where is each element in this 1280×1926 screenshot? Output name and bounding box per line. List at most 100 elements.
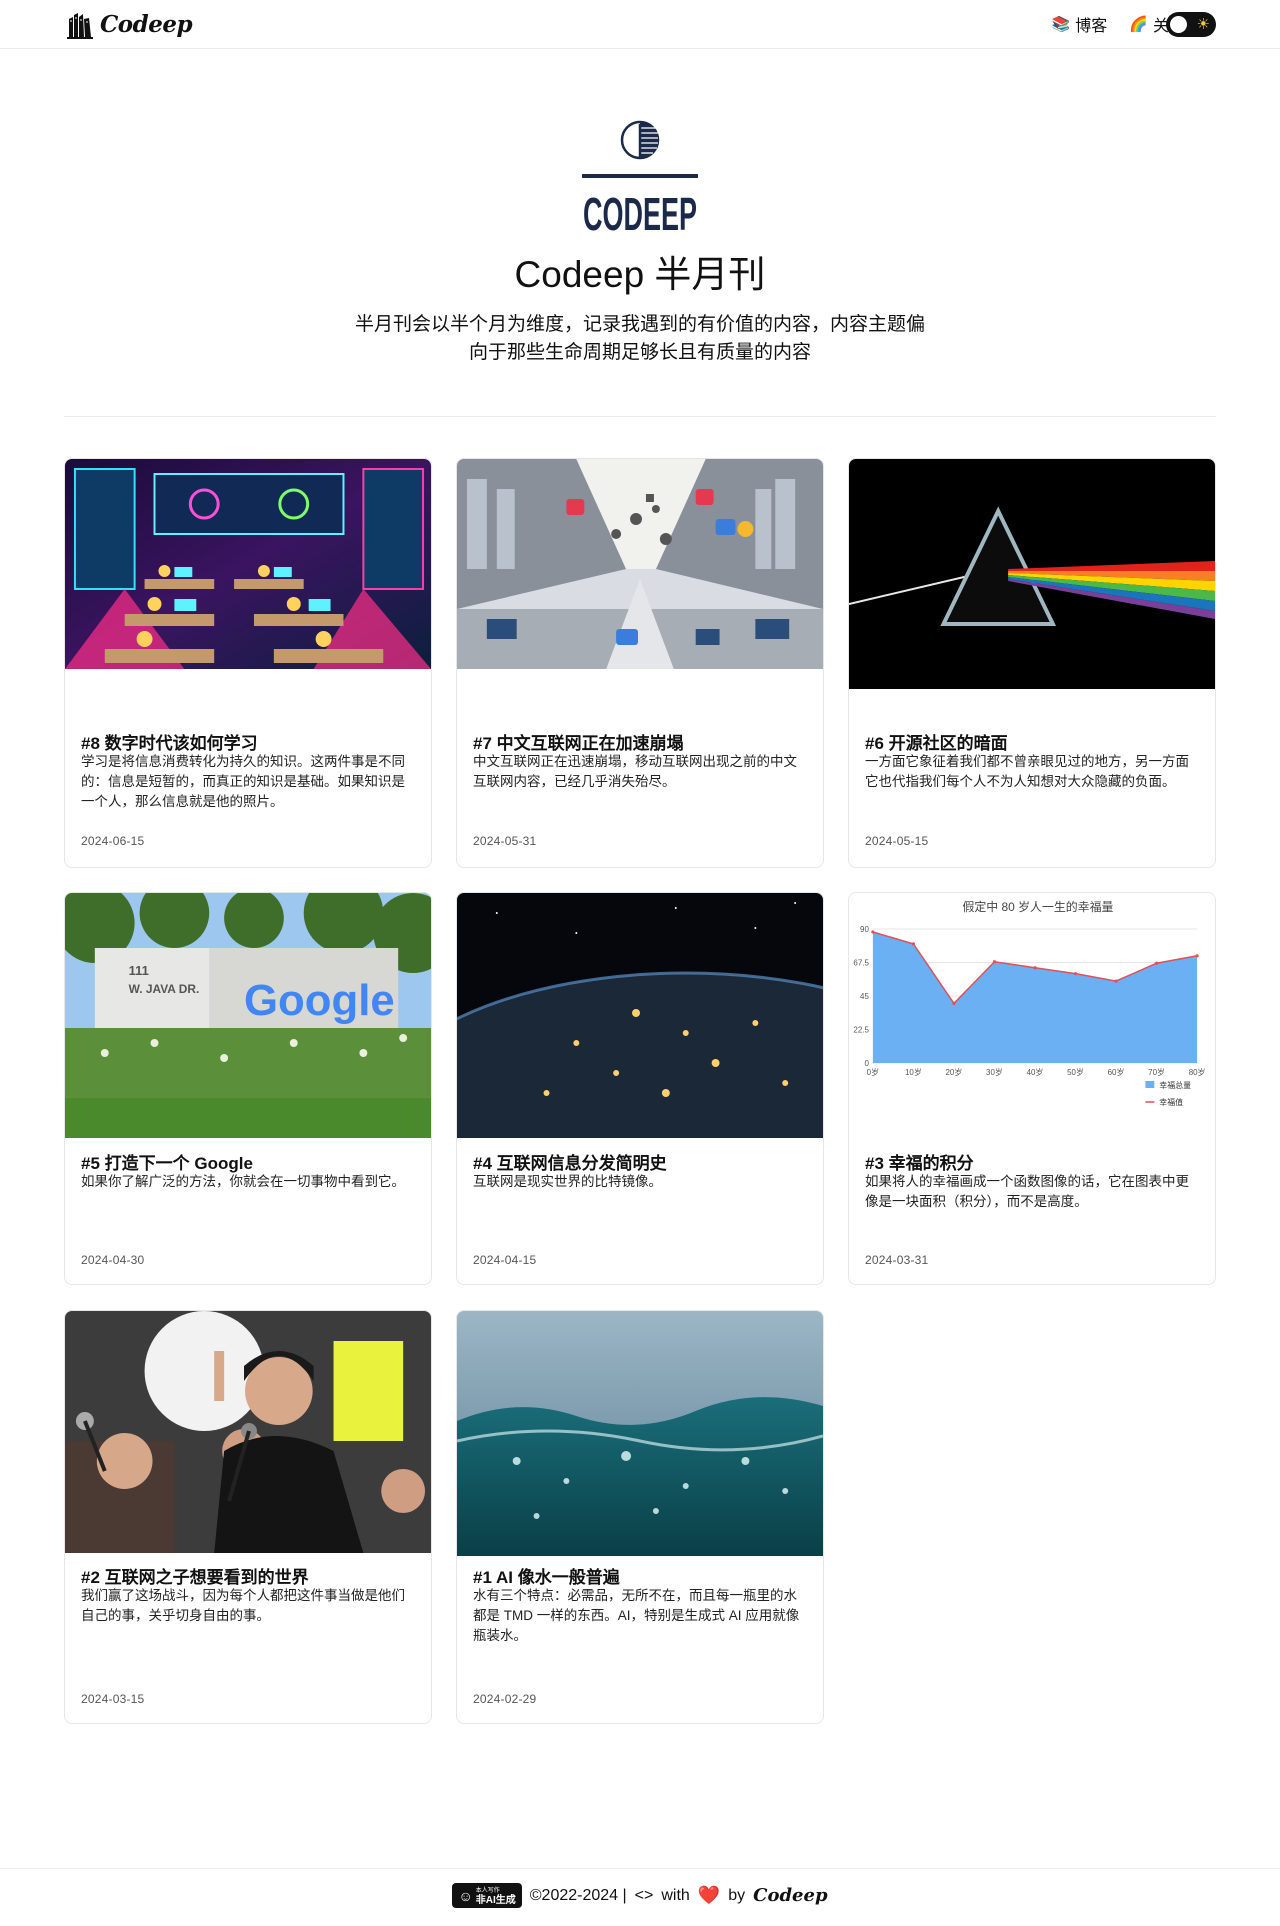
footer-divider [0,1868,1280,1869]
y-tick-label: 90 [860,925,869,934]
page-title: Codeep 半月刊 [514,254,766,295]
x-tick-label: 10岁 [905,1067,922,1077]
site-logo[interactable]: Codeep [66,9,193,39]
issue-date: 2024-05-15 [865,834,929,848]
speaker-protest-image [65,1311,431,1553]
issue-card-1[interactable]: #1 AI 像水一般普遍 水有三个特点：必需品，无所不在，而且每一瓶里的水都是 … [456,1310,824,1724]
issue-date: 2024-04-30 [81,1253,145,1267]
issue-summary: 我们赢了这场战斗，因为每个人都把这件事当做是他们自己的事，关乎切身自由的事。 [81,1588,405,1623]
main-nav: 📚 博客 🌈 关于 [1052,12,1185,36]
issue-date: 2024-06-15 [81,834,145,848]
earth-night-image [457,893,823,1138]
sign-address-2: W. JAVA DR. [129,982,200,996]
issue-card-7[interactable]: #7 中文互联网正在加速崩塌 中文互联网正在迅速崩塌，移动互联网出现之前的中文互… [456,458,824,868]
copyright-text: ©2022-2024 | [529,1886,627,1904]
smile-icon: ☺ [458,1887,473,1904]
digital-classroom-image [65,459,431,669]
issue-date: 2024-05-31 [473,834,537,848]
with-text: with [661,1886,690,1904]
hero-logo-word: CODEEP [583,188,697,236]
x-tick-label: 50岁 [1067,1067,1084,1077]
issue-title: #1 AI 像水一般普遍 [473,1568,620,1587]
x-tick-label: 30岁 [986,1067,1003,1077]
y-tick-label: 22.5 [853,1025,869,1034]
issue-summary: 如果你了解广泛的方法，你就会在一切事物中看到它。 [81,1174,405,1189]
top-navigation-bar: Codeep 📚 博客 🌈 关于 ☀ [0,0,1280,49]
chart-point [1033,966,1037,970]
issue-title: #7 中文互联网正在加速崩塌 [473,734,684,753]
code-icon: <> [634,1886,654,1904]
footer-logo[interactable]: Codeep [753,1885,827,1906]
toggle-knob [1170,16,1187,33]
footer: ☺ 本人写作 非AI生成 ©2022-2024 | <> with ❤️ by … [0,1883,1280,1908]
issue-summary: 互联网是现实世界的比特镜像。 [473,1174,662,1189]
chart-point [1114,979,1118,983]
y-tick-label: 0 [864,1059,869,1068]
chart-point [1073,972,1078,976]
issue-card-4[interactable]: #4 互联网信息分发简明史 互联网是现实世界的比特镜像。 2024-04-15 [456,892,824,1285]
chart-point [1195,954,1199,958]
issue-summary: 如果将人的幸福画成一个函数图像的话，它在图表中更像是一块面积（积分），而不是高度… [865,1174,1189,1209]
y-tick-label: 67.5 [853,958,869,967]
page-description: 半月刊会以半个月为维度，记录我遇到的有价值的内容，内容主题偏向于那些生命周期足够… [354,314,925,363]
prism-rainbow-image [849,459,1215,689]
issue-summary: 一方面它象征着我们都不曾亲眼见过的地方，另一方面它也代指我们每个人不为人知想对大… [865,754,1189,789]
issue-card-3[interactable]: 假定中 80 岁人一生的幸福量 0 22.5 45 67.5 90 0岁 10岁 20岁 30岁… [848,892,1216,1285]
happiness-chart-image: 假定中 80 岁人一生的幸福量 0 22.5 45 67.5 90 0岁 10岁 20岁 30岁… [849,893,1215,1138]
issue-card-6[interactable]: #6 开源社区的暗面 一方面它象征着我们都不曾亲眼见过的地方，另一方面它也代指我… [848,458,1216,868]
issue-date: 2024-04-15 [473,1253,537,1267]
codeep-books-icon [67,13,93,39]
legend-label-line: 幸福值 [1159,1097,1183,1107]
issue-title: #2 互联网之子想要看到的世界 [81,1568,309,1587]
issue-summary: 水有三个特点：必需品，无所不在，而且每一瓶里的水都是 TMD 一样的东西。AI，… [473,1588,800,1643]
issue-title: #3 幸福的积分 [865,1154,974,1173]
chart-area-series [872,931,1198,1063]
site-logo-text: Codeep [100,10,193,38]
books-icon: 📚 [1051,16,1071,33]
water-surface-image [457,1311,823,1556]
issue-date: 2024-03-31 [865,1253,929,1267]
codeep-emblem-icon: CODEEP [582,120,698,240]
not-ai-badge[interactable]: ☺ 本人写作 非AI生成 [452,1883,522,1908]
sign-brand: Google [244,976,395,1025]
badge-big-text: 非AI生成 [475,1894,516,1906]
issue-title: #8 数字时代该如何学习 [81,734,258,753]
chart-point [992,960,997,964]
issue-title: #6 开源社区的暗面 [865,734,1008,753]
by-text: by [728,1886,746,1904]
x-tick-label: 40岁 [1027,1067,1044,1077]
x-tick-label: 80岁 [1189,1067,1206,1077]
chart-point [911,942,915,946]
divider [64,416,1216,417]
sign-address-1: 111 [129,963,149,978]
nav-item-blog-label: 博客 [1075,18,1108,35]
sun-icon: ☀ [1196,16,1210,33]
issue-card-2[interactable]: #2 互联网之子想要看到的世界 我们赢了这场战斗，因为每个人都把这件事当做是他们… [64,1310,432,1724]
issue-summary: 中文互联网正在迅速崩塌，移动互联网出现之前的中文互联网内容，已经几乎消失殆尽。 [473,754,797,789]
chart-title: 假定中 80 岁人一生的幸福量 [962,899,1113,914]
heart-icon: ❤️ [697,1885,721,1905]
issue-title: #5 打造下一个 Google [81,1154,253,1173]
issue-title: #4 互联网信息分发简明史 [473,1154,667,1173]
happiness-area-chart: 假定中 80 岁人一生的幸福量 0 22.5 45 67.5 90 0岁 10岁 20岁 30岁… [853,899,1206,1107]
y-tick-label: 45 [860,992,869,1001]
issue-summary: 学习是将信息消费转化为持久的知识。这两件事是不同的：信息是短暂的，而真正的知识是… [81,754,405,809]
google-sign-image: 111 W. JAVA DR. Google [65,893,431,1138]
hero-logo: CODEEP [580,118,700,240]
x-tick-label: 60岁 [1108,1067,1125,1077]
chart-point [952,1001,956,1006]
collapsing-internet-image [457,459,823,669]
x-tick-label: 20岁 [946,1067,963,1077]
chart-point [1154,961,1159,965]
chart-point [871,930,875,934]
legend-label-area: 幸福总量 [1159,1080,1191,1090]
issue-date: 2024-02-29 [473,1692,537,1706]
theme-toggle[interactable]: ☀ [1166,12,1216,37]
issue-date: 2024-03-15 [81,1692,145,1706]
nav-item-blog[interactable]: 📚 博客 [1052,12,1108,36]
x-tick-label: 70岁 [1148,1067,1165,1077]
issue-card-8[interactable]: #8 数字时代该如何学习 学习是将信息消费转化为持久的知识。这两件事是不同的：信… [64,458,432,868]
legend-swatch-area [1145,1081,1155,1088]
issue-card-5[interactable]: 111 W. JAVA DR. Google #5 打造下一个 Google 如… [64,892,432,1285]
rainbow-icon: 🌈 [1129,16,1148,33]
